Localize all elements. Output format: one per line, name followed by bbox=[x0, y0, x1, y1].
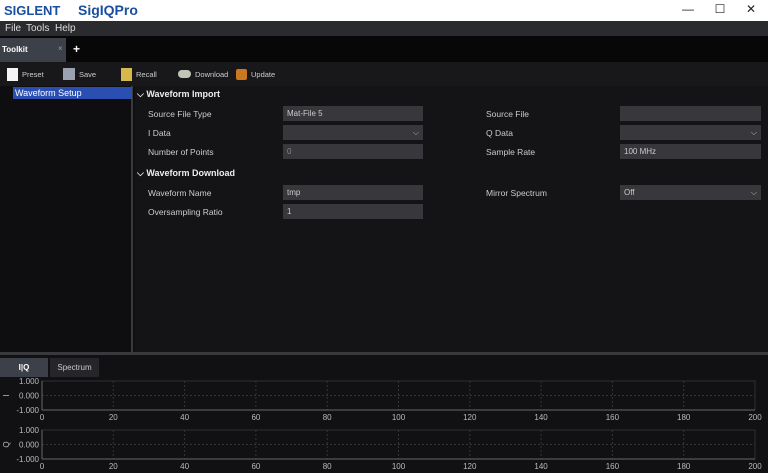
x-tick-label: 120 bbox=[463, 462, 477, 471]
x-tick-label: 180 bbox=[677, 413, 691, 422]
section-title: Waveform Import bbox=[146, 89, 221, 99]
select-value: Mat-File 5 bbox=[287, 109, 323, 118]
menu-tools[interactable]: Tools bbox=[26, 23, 49, 34]
x-tick-label: 100 bbox=[392, 413, 406, 422]
title-bar: SIGLENT SigIQPro — ☐ ✕ bbox=[0, 0, 768, 21]
update-label: Update bbox=[251, 69, 276, 79]
mirror-spectrum-select[interactable]: Off ⌵ bbox=[620, 185, 761, 200]
number-of-points-field: 0 bbox=[283, 144, 423, 159]
save-label: Save bbox=[79, 69, 97, 79]
x-tick-label: 140 bbox=[534, 413, 548, 422]
floppy-icon bbox=[63, 68, 75, 80]
x-tick-label: 60 bbox=[251, 413, 260, 422]
update-button[interactable]: Update bbox=[236, 66, 275, 82]
x-tick-label: 200 bbox=[748, 413, 762, 422]
preset-label: Preset bbox=[22, 69, 44, 79]
x-tick-label: 20 bbox=[109, 462, 118, 471]
y-tick-label: 0.000 bbox=[19, 441, 40, 450]
sample-rate-input[interactable]: 100 MHz bbox=[620, 144, 761, 159]
siglent-logo: SIGLENT bbox=[4, 3, 61, 18]
save-button[interactable]: Save bbox=[63, 66, 96, 82]
x-tick-label: 200 bbox=[748, 462, 762, 471]
oversampling-ratio-label: Oversampling Ratio bbox=[148, 207, 223, 217]
add-tab-button[interactable]: + bbox=[73, 42, 80, 56]
x-tick-label: 40 bbox=[180, 462, 189, 471]
x-tick-label: 0 bbox=[40, 462, 45, 471]
waveform-name-input[interactable]: tmp bbox=[283, 185, 423, 200]
folder-icon bbox=[121, 67, 132, 81]
waveform-download-header[interactable]: ⌵ Waveform Download bbox=[137, 168, 235, 179]
toolbar bbox=[0, 62, 768, 86]
x-tick-label: 100 bbox=[392, 462, 406, 471]
number-of-points-label: Number of Points bbox=[148, 147, 214, 157]
x-tick-label: 180 bbox=[677, 462, 691, 471]
x-tick-label: 160 bbox=[606, 462, 620, 471]
mirror-spectrum-label: Mirror Spectrum bbox=[486, 188, 547, 198]
iq-charts: 0 20 40 60 80 100 120 140 160 180 2001.0000.000-1.… bbox=[2, 377, 762, 471]
recall-label: Recall bbox=[136, 69, 157, 79]
chevron-down-icon: ⌵ bbox=[750, 188, 757, 197]
sidebar-item-waveform-setup[interactable]: Waveform Setup bbox=[13, 87, 132, 99]
q-data-select[interactable]: ⌵ bbox=[620, 125, 761, 140]
menu-bar: File Tools Help bbox=[0, 21, 768, 36]
section-title: Waveform Download bbox=[146, 168, 236, 178]
i-data-select[interactable]: ⌵ bbox=[283, 125, 423, 140]
x-tick-label: 20 bbox=[109, 413, 118, 422]
y-tick-label: 1.000 bbox=[19, 377, 40, 386]
chevron-down-icon: ⌵ bbox=[750, 128, 757, 137]
x-tick-label: 140 bbox=[534, 462, 548, 471]
chevron-down-icon: ⌵ bbox=[412, 128, 419, 137]
sample-rate-label: Sample Rate bbox=[486, 147, 536, 157]
select-value: Off bbox=[624, 188, 635, 197]
i-data-label: I Data bbox=[148, 128, 171, 138]
download-label: Download bbox=[195, 69, 229, 79]
x-tick-label: 60 bbox=[251, 462, 260, 471]
y-tick-label: 1.000 bbox=[19, 426, 40, 435]
y-tick-label: 0.000 bbox=[19, 392, 40, 401]
waveform-name-label: Waveform Name bbox=[148, 188, 212, 198]
tab-toolkit[interactable]: Toolkit bbox=[0, 38, 66, 62]
minimize-button[interactable]: — bbox=[678, 2, 698, 16]
y-axis-label: I bbox=[2, 394, 11, 396]
menu-help[interactable]: Help bbox=[55, 23, 76, 34]
sidebar bbox=[0, 86, 133, 352]
x-tick-label: 80 bbox=[323, 462, 332, 471]
download-button[interactable]: Download bbox=[178, 66, 228, 82]
y-tick-label: -1.000 bbox=[16, 455, 39, 464]
oversampling-ratio-input[interactable]: 1 bbox=[283, 204, 423, 219]
download-icon bbox=[178, 70, 191, 78]
source-file-type-select[interactable]: Mat-File 5 bbox=[283, 106, 423, 121]
waveform-import-header[interactable]: ⌵ Waveform Import bbox=[137, 89, 220, 100]
x-tick-label: 160 bbox=[606, 413, 620, 422]
close-button[interactable]: ✕ bbox=[741, 2, 761, 16]
update-icon bbox=[236, 68, 247, 80]
y-tick-label: -1.000 bbox=[16, 406, 39, 415]
x-tick-label: 40 bbox=[180, 413, 189, 422]
source-file-input[interactable] bbox=[620, 106, 761, 121]
x-tick-label: 80 bbox=[323, 413, 332, 422]
x-tick-label: 0 bbox=[40, 413, 45, 422]
recall-button[interactable]: Recall bbox=[121, 66, 157, 82]
menu-file[interactable]: File bbox=[5, 23, 21, 34]
tab-close-icon[interactable]: × bbox=[58, 44, 63, 53]
source-file-label: Source File bbox=[486, 109, 529, 119]
app-title: SigIQPro bbox=[78, 2, 138, 18]
tab-iq[interactable]: I|Q bbox=[0, 358, 48, 377]
source-file-type-label: Source File Type bbox=[148, 109, 212, 119]
y-axis-label: Q bbox=[2, 441, 11, 447]
x-tick-label: 120 bbox=[463, 413, 477, 422]
q-data-label: Q Data bbox=[486, 128, 513, 138]
tab-spectrum[interactable]: Spectrum bbox=[50, 358, 99, 377]
preset-button[interactable]: Preset bbox=[7, 66, 44, 82]
maximize-button[interactable]: ☐ bbox=[710, 2, 730, 16]
page-icon bbox=[7, 67, 18, 81]
tab-bar bbox=[0, 36, 768, 62]
